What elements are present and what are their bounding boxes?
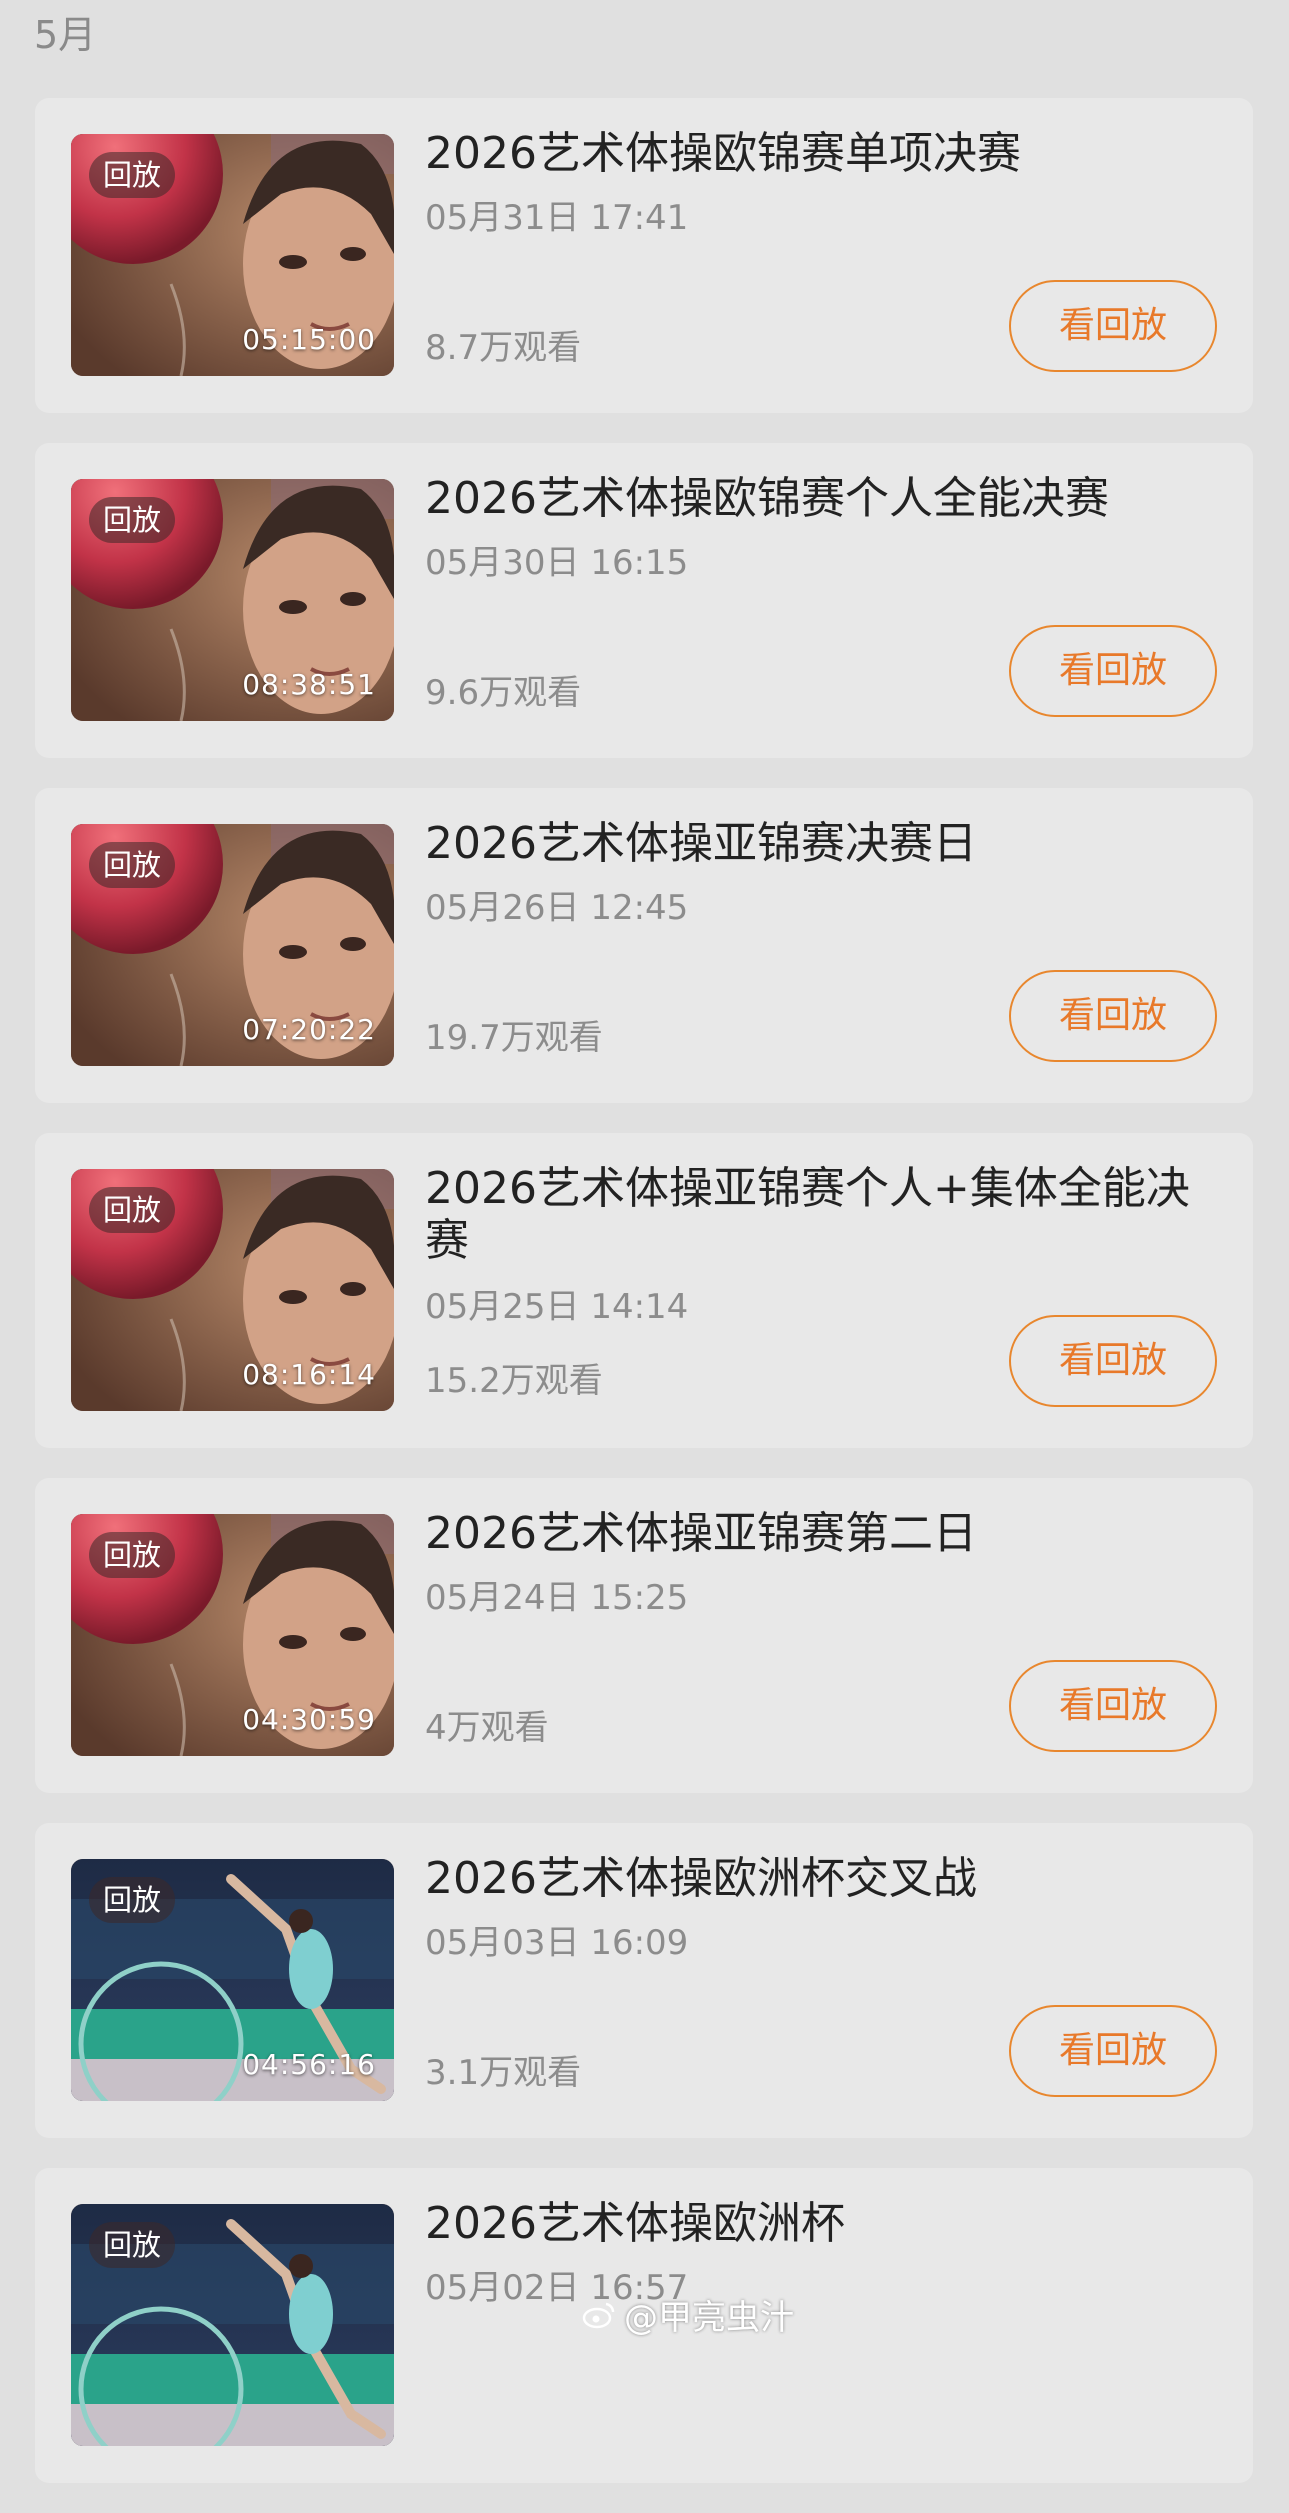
- view-count: 15.2万观看: [425, 1361, 603, 1401]
- watermark-text: @甲亮虫汁: [624, 2298, 794, 2338]
- weibo-logo-icon: [582, 2298, 616, 2332]
- month-header: 5月: [34, 13, 97, 57]
- video-duration: 04:30:59: [242, 1703, 376, 1736]
- video-thumbnail[interactable]: 回放 05:15:00: [71, 134, 394, 376]
- video-date: 05月24日 15:25: [425, 1578, 689, 1618]
- watch-replay-button[interactable]: 看回放: [1009, 1660, 1217, 1752]
- video-title[interactable]: 2026艺术体操亚锦赛决赛日: [425, 818, 1215, 870]
- view-count: 4万观看: [425, 1708, 549, 1748]
- video-thumbnail[interactable]: 回放: [71, 2204, 394, 2446]
- replay-card[interactable]: 回放 08:38:51 2026艺术体操欧锦赛个人全能决赛 05月30日 16:15 9…: [35, 443, 1253, 758]
- view-count: 8.7万观看: [425, 328, 582, 368]
- video-date: 05月30日 16:15: [425, 543, 689, 583]
- replay-card[interactable]: 回放 07:20:22 2026艺术体操亚锦赛决赛日 05月26日 12:45 19.7…: [35, 788, 1253, 1103]
- replay-card[interactable]: 回放 05:15:00 2026艺术体操欧锦赛单项决赛 05月31日 17:41 8.7…: [35, 98, 1253, 413]
- watch-replay-button[interactable]: 看回放: [1009, 2005, 1217, 2097]
- replay-badge: 回放: [89, 1187, 176, 1233]
- replay-badge: 回放: [89, 152, 176, 198]
- replay-list: 回放 05:15:00 2026艺术体操欧锦赛单项决赛 05月31日 17:41 8.7…: [35, 98, 1253, 2513]
- replay-card[interactable]: 回放 08:16:14 2026艺术体操亚锦赛个人+集体全能决赛 05月25日 14:…: [35, 1133, 1253, 1448]
- view-count: 19.7万观看: [425, 1018, 603, 1058]
- video-title[interactable]: 2026艺术体操欧锦赛单项决赛: [425, 128, 1215, 180]
- watch-replay-button[interactable]: 看回放: [1009, 280, 1217, 372]
- watch-replay-button[interactable]: 看回放: [1009, 625, 1217, 717]
- video-title[interactable]: 2026艺术体操亚锦赛第二日: [425, 1508, 1215, 1560]
- video-title[interactable]: 2026艺术体操欧洲杯交叉战: [425, 1853, 1215, 1905]
- video-title[interactable]: 2026艺术体操亚锦赛个人+集体全能决赛: [425, 1163, 1215, 1267]
- replay-badge: 回放: [89, 497, 176, 543]
- video-title[interactable]: 2026艺术体操欧洲杯: [425, 2198, 1215, 2250]
- video-duration: 07:20:22: [242, 1013, 376, 1046]
- video-thumbnail[interactable]: 回放 04:30:59: [71, 1514, 394, 1756]
- video-title[interactable]: 2026艺术体操欧锦赛个人全能决赛: [425, 473, 1215, 525]
- view-count: 3.1万观看: [425, 2053, 582, 2093]
- video-date: 05月25日 14:14: [425, 1287, 689, 1327]
- video-thumbnail[interactable]: 回放 07:20:22: [71, 824, 394, 1066]
- replay-card[interactable]: 回放 04:56:16 2026艺术体操欧洲杯交叉战 05月03日 16:09 3.1万…: [35, 1823, 1253, 2138]
- video-date: 05月26日 12:45: [425, 888, 689, 928]
- video-duration: 08:38:51: [242, 668, 376, 701]
- watermark: @甲亮虫汁: [582, 2290, 794, 2339]
- replay-badge: 回放: [89, 1532, 176, 1578]
- replay-badge: 回放: [89, 1877, 176, 1923]
- video-duration: 04:56:16: [242, 2048, 376, 2081]
- replay-card[interactable]: 回放 04:30:59 2026艺术体操亚锦赛第二日 05月24日 15:25 4万观看…: [35, 1478, 1253, 1793]
- video-date: 05月31日 17:41: [425, 198, 689, 238]
- video-duration: 08:16:14: [242, 1358, 376, 1391]
- video-thumbnail[interactable]: 回放 04:56:16: [71, 1859, 394, 2101]
- video-duration: 05:15:00: [242, 323, 376, 356]
- view-count: 9.6万观看: [425, 673, 582, 713]
- watch-replay-button[interactable]: 看回放: [1009, 1315, 1217, 1407]
- replay-badge: 回放: [89, 842, 176, 888]
- watch-replay-button[interactable]: 看回放: [1009, 970, 1217, 1062]
- replay-badge: 回放: [89, 2222, 176, 2268]
- video-thumbnail[interactable]: 回放 08:38:51: [71, 479, 394, 721]
- video-date: 05月03日 16:09: [425, 1923, 689, 1963]
- video-thumbnail[interactable]: 回放 08:16:14: [71, 1169, 394, 1411]
